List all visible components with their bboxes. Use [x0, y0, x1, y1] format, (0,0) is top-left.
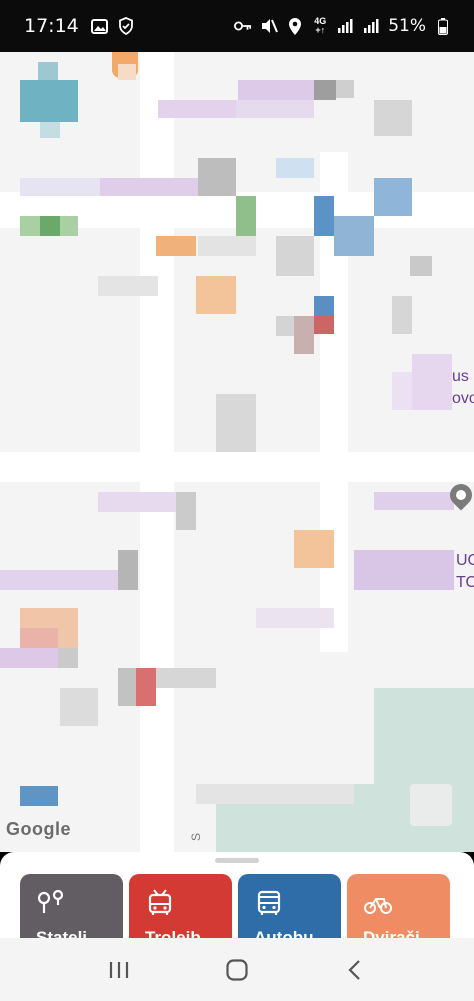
map-block: [118, 64, 136, 80]
notification-icons: [91, 17, 135, 35]
clock: 17:14: [24, 15, 79, 37]
map-block: [276, 236, 314, 276]
category-bikes-button[interactable]: Dvirači: [347, 874, 450, 938]
back-icon: [348, 959, 360, 980]
map-block: [156, 668, 216, 688]
map-block: [334, 216, 374, 256]
map-block: [40, 216, 60, 236]
status-bar: 17:14 4G +↑ 51%: [0, 0, 474, 52]
bus-icon: [254, 888, 284, 918]
category-label: Troleib: [145, 928, 201, 938]
vpn-key-icon: [234, 17, 252, 35]
category-trolleybus-button[interactable]: Troleib: [129, 874, 232, 938]
map-block: [314, 316, 334, 334]
map-block: [314, 296, 334, 316]
map-block: [196, 784, 354, 804]
bicycle-icon: [363, 888, 393, 918]
map-block: [314, 196, 334, 236]
map-block: [410, 256, 432, 276]
map-block: [136, 668, 156, 706]
network-type: 4G +↑: [314, 16, 327, 35]
map-block: [314, 80, 336, 100]
map-block: [336, 80, 354, 98]
map-block: [354, 550, 454, 590]
battery-percent: 51%: [388, 16, 426, 36]
system-icons: 4G +↑ 51%: [234, 16, 452, 36]
map-block: [374, 492, 454, 510]
map-block: [412, 354, 452, 410]
map-block: [98, 276, 158, 296]
category-row: Stateli Troleib Autobu Dvirači: [20, 874, 450, 938]
map-block: [198, 236, 256, 256]
map-block: [276, 158, 314, 178]
map-block: [374, 100, 412, 136]
map-block: [118, 550, 138, 590]
category-label: Stateli: [36, 928, 88, 938]
map-block: [236, 196, 256, 236]
map-block: [20, 786, 58, 806]
map-block: [276, 316, 294, 336]
shield-icon: [117, 17, 135, 35]
map-block: [238, 80, 316, 100]
map-label: us: [452, 368, 469, 385]
map-block: [0, 570, 118, 590]
map-block: [216, 394, 256, 452]
map-block: [392, 296, 412, 334]
map-block: [294, 530, 334, 568]
category-stops-button[interactable]: Stateli: [20, 874, 123, 938]
location-icon: [286, 17, 304, 35]
map-label: ovo: [452, 390, 474, 407]
map-block: [58, 648, 78, 668]
back-button[interactable]: [335, 950, 375, 990]
google-logo: Google: [6, 819, 71, 839]
trolleybus-icon: [145, 888, 175, 918]
drag-handle[interactable]: [215, 858, 259, 863]
map-block: [392, 372, 412, 410]
map-block: [374, 178, 412, 216]
map-block: [256, 608, 334, 628]
map-label: UO: [456, 552, 474, 569]
map-view[interactable]: us ovo UO TO Google S: [0, 52, 474, 852]
home-button[interactable]: [217, 950, 257, 990]
map-block: [100, 178, 198, 196]
map-block: [60, 688, 98, 726]
system-nav-bar: [0, 938, 474, 1001]
category-bus-button[interactable]: Autobu: [238, 874, 341, 938]
signal-icon-1: [336, 17, 354, 35]
category-label: Dvirači: [363, 928, 420, 938]
battery-icon: [434, 17, 452, 35]
bottom-sheet[interactable]: Stateli Troleib Autobu Dvirači: [0, 852, 474, 938]
map-block: [198, 158, 236, 196]
map-label: TO: [456, 574, 474, 591]
category-label: Autobu: [254, 928, 314, 938]
map-block: [410, 784, 452, 826]
map-road: [140, 52, 174, 852]
map-block: [156, 236, 196, 256]
mute-icon: [260, 17, 279, 35]
recents-button[interactable]: [99, 950, 139, 990]
map-block: [236, 100, 314, 118]
map-block: [294, 316, 314, 354]
map-block: [40, 122, 60, 138]
map-block: [20, 628, 58, 648]
street-label: S: [189, 832, 204, 842]
map-block: [196, 276, 236, 314]
recents-icon: [109, 961, 129, 978]
location-pins-icon: [36, 888, 66, 918]
map-road: [0, 452, 474, 482]
map-block: [158, 100, 238, 118]
map-block: [38, 62, 58, 80]
map-block: [20, 80, 78, 122]
signal-icon-2: [362, 17, 380, 35]
home-icon: [226, 958, 248, 981]
gallery-icon: [91, 17, 109, 35]
map-block: [176, 492, 196, 530]
